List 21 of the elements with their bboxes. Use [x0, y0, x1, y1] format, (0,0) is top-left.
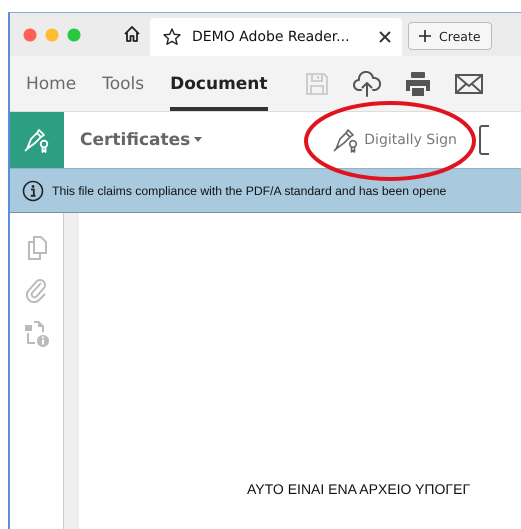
- star-icon[interactable]: [162, 27, 182, 47]
- nav-tab[interactable]: Tools: [102, 56, 144, 111]
- tab-title: DEMO Adobe Reader...: [192, 29, 351, 45]
- paperclip-icon[interactable]: [24, 277, 48, 303]
- caret-icon: [194, 137, 202, 143]
- document-text: ΑΥΤΟ ΕΙΝΑΙ ΕΝΑ ΑΡΧΕΙΟ ΥΠΟΓΕΓ: [247, 481, 470, 497]
- close-icon[interactable]: [378, 30, 392, 44]
- pen-certificate-icon: [23, 127, 51, 153]
- create-button[interactable]: Create: [408, 22, 492, 50]
- info-message: This file claims compliance with the PDF/A standard and has been opene: [52, 184, 446, 198]
- cloud-upload-icon[interactable]: [352, 70, 382, 96]
- envelope-icon[interactable]: [454, 72, 484, 96]
- tool-dropdown[interactable]: Certificates: [80, 130, 202, 150]
- plus-icon: [419, 30, 431, 42]
- file-tab[interactable]: DEMO Adobe Reader...: [150, 18, 402, 56]
- info-icon: [22, 180, 44, 202]
- toolbar-edge-icon[interactable]: [478, 125, 489, 155]
- window-controls-icon[interactable]: [22, 26, 82, 42]
- printer-icon[interactable]: [404, 70, 432, 96]
- nav-tab[interactable]: Home: [26, 56, 76, 111]
- home-icon[interactable]: [122, 24, 142, 44]
